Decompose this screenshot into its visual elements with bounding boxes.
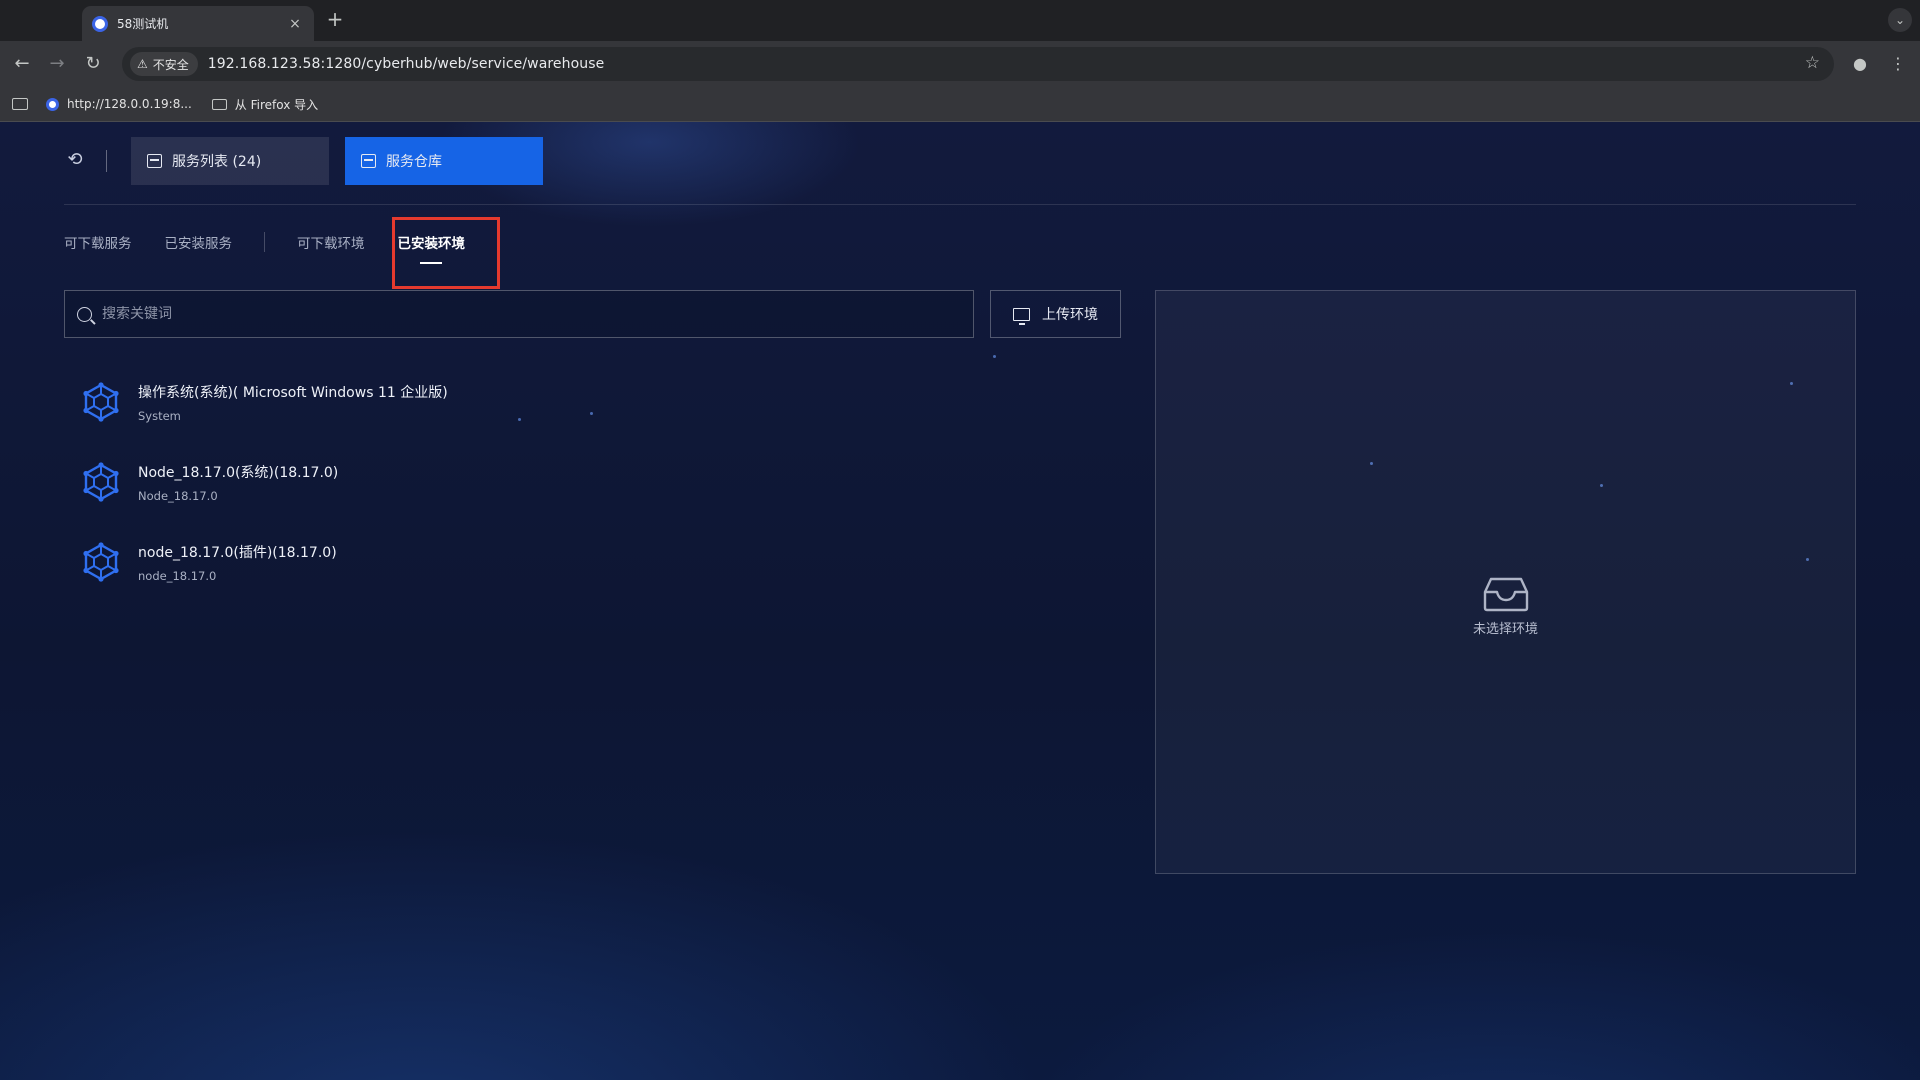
security-label: 不安全 <box>152 57 189 72</box>
list-item[interactable]: 操作系统(系统)( Microsoft Windows 11 企业版) Syst… <box>80 362 960 442</box>
hexagon-network-icon <box>83 462 119 502</box>
empty-state-text: 未选择环境 <box>1472 622 1538 637</box>
upload-environment-button[interactable]: 上传环境 <box>990 290 1121 338</box>
undo-arrow-icon[interactable]: ⟲ <box>64 149 86 171</box>
bookmarks-bar: http://128.0.0.19:8... 从 Firefox 导入 <box>0 87 1920 122</box>
tab-downloadable-environments[interactable]: 可下载环境 <box>297 220 365 264</box>
hexagon-network-icon <box>83 382 119 422</box>
back-arrow-icon[interactable]: ← <box>9 51 35 77</box>
tab-close-icon[interactable]: × <box>286 16 304 32</box>
particle-dot <box>993 355 996 358</box>
inbox-icon <box>1483 577 1528 612</box>
app-viewport: ⟲ 服务列表 (24) 服务仓库 可下载服务 已安装服务 可下载环境 已安装环境… <box>0 122 1920 1080</box>
topbar-divider <box>106 150 107 172</box>
tab-installed-services[interactable]: 已安装服务 <box>165 220 233 264</box>
service-warehouse-button[interactable]: 服务仓库 <box>345 137 543 185</box>
environment-subtitle: node_18.17.0 <box>138 568 217 583</box>
environment-name: node_18.17.0(插件)(18.17.0) <box>138 544 337 561</box>
environment-name: Node_18.17.0(系统)(18.17.0) <box>138 464 339 481</box>
app-topbar: ⟲ 服务列表 (24) 服务仓库 <box>64 137 1856 205</box>
list-item[interactable]: Node_18.17.0(系统)(18.17.0) Node_18.17.0 <box>80 442 960 522</box>
search-box[interactable] <box>64 290 974 338</box>
box-icon <box>361 154 376 168</box>
new-tab-button[interactable]: + <box>323 8 347 32</box>
browser-tab[interactable]: 58测试机 × <box>82 6 314 41</box>
browser-menu-icon[interactable]: ⋮ <box>1886 52 1910 76</box>
annotation-highlight-box <box>392 217 500 289</box>
forward-arrow-icon[interactable]: → <box>44 51 70 77</box>
list-item[interactable]: node_18.17.0(插件)(18.17.0) node_18.17.0 <box>80 522 960 602</box>
tab-downloadable-services[interactable]: 可下载服务 <box>64 220 132 264</box>
monitor-upload-icon <box>1013 307 1030 325</box>
empty-state: 未选择环境 <box>1156 576 1855 637</box>
bookmark-label: http://128.0.0.19:8... <box>67 97 192 111</box>
service-list-button[interactable]: 服务列表 (24) <box>131 137 329 185</box>
hexagon-network-icon <box>83 542 119 582</box>
bookmark-label: 从 Firefox 导入 <box>234 97 319 112</box>
profile-avatar-icon[interactable]: ● <box>1848 52 1872 76</box>
tab-favicon-icon <box>92 15 108 32</box>
bookmark-favicon-icon <box>46 97 59 111</box>
server-list-icon <box>147 154 162 168</box>
environment-subtitle: Node_18.17.0 <box>138 488 218 503</box>
environment-subtitle: System <box>138 408 181 423</box>
warning-triangle-icon: ⚠ <box>137 57 148 71</box>
reload-icon[interactable]: ↻ <box>80 51 106 77</box>
browser-tabstrip: 58测试机 × + ⌄ <box>0 0 1920 41</box>
search-input[interactable] <box>102 306 922 322</box>
upload-environment-label: 上传环境 <box>1042 307 1098 323</box>
browser-toolbar: ← → ↻ ⚠ 不安全 192.168.123.58:1280/cyberhub… <box>0 41 1920 87</box>
address-bar[interactable]: ⚠ 不安全 192.168.123.58:1280/cyberhub/web/s… <box>122 47 1834 81</box>
tab-search-chevron-icon[interactable]: ⌄ <box>1888 8 1912 32</box>
environment-name: 操作系统(系统)( Microsoft Windows 11 企业版) <box>138 384 448 401</box>
environment-list: 操作系统(系统)( Microsoft Windows 11 企业版) Syst… <box>80 362 960 602</box>
service-warehouse-label: 服务仓库 <box>386 154 442 170</box>
environment-detail-panel: 未选择环境 <box>1155 290 1856 874</box>
bookmark-star-icon[interactable]: ☆ <box>1805 53 1820 73</box>
tab-title: 58测试机 <box>117 17 169 31</box>
url-text[interactable]: 192.168.123.58:1280/cyberhub/web/service… <box>208 56 605 72</box>
apps-folder-icon[interactable] <box>12 98 28 110</box>
service-list-label: 服务列表 (24) <box>172 154 262 170</box>
bookmark-item[interactable]: http://128.0.0.19:8... <box>46 97 192 111</box>
bookmark-folder[interactable]: 从 Firefox 导入 <box>211 96 319 113</box>
search-icon <box>77 306 92 322</box>
subtab-divider <box>264 232 265 252</box>
security-chip[interactable]: ⚠ 不安全 <box>130 52 198 76</box>
folder-icon <box>211 98 227 110</box>
